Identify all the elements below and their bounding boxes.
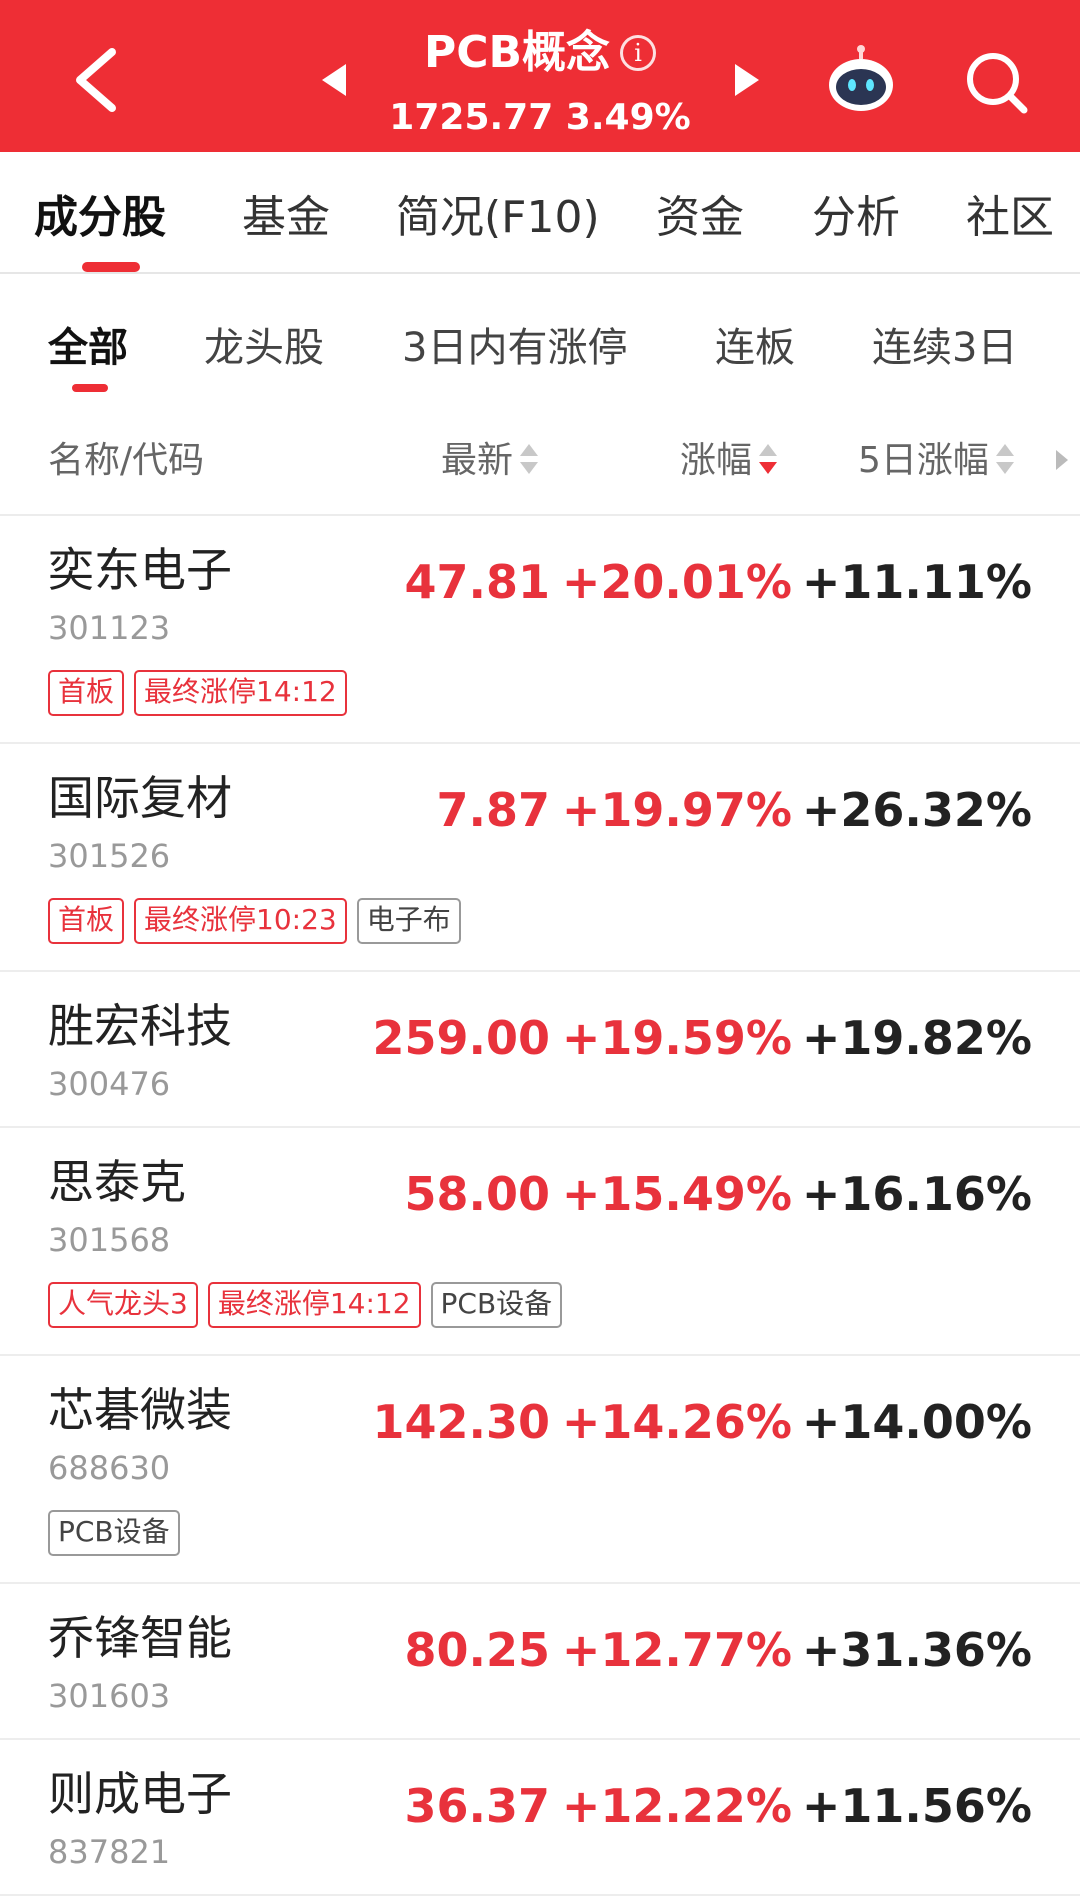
stock-change-5d: +11.56%	[801, 1779, 1032, 1833]
robot-assistant-icon[interactable]	[825, 45, 897, 117]
table-row[interactable]: 胜宏科技 300476 259.00 +19.59% +19.82%	[0, 972, 1080, 1128]
sort-icon	[519, 442, 539, 476]
tag-list: PCB设备	[48, 1510, 190, 1558]
tag: 人气龙头3	[48, 1282, 198, 1328]
chevron-right-icon[interactable]	[1056, 450, 1068, 470]
stock-name: 则成电子	[48, 1767, 232, 1821]
stock-change: +14.26%	[561, 1395, 792, 1449]
table-row[interactable]: 奕东电子 301123 47.81 +20.01% +11.11% 首板 最终涨停…	[0, 516, 1080, 744]
stock-code: 837821	[48, 1833, 171, 1871]
stock-code: 301123	[48, 609, 171, 647]
stock-change-5d: +14.00%	[801, 1395, 1032, 1449]
filter-consecutive-3-days[interactable]: 连续3日	[872, 320, 1017, 376]
index-quote: 1725.77 3.49%	[389, 97, 691, 138]
top-bar: PCB概念 i 1725.77 3.49%	[0, 0, 1080, 152]
column-change-5d-label: 5日涨幅	[858, 440, 989, 481]
table-row[interactable]: 思泰克 301568 58.00 +15.49% +16.16% 人气龙头3 最终…	[0, 1128, 1080, 1356]
tag: 最终涨停14:12	[134, 670, 347, 716]
column-change-label: 涨幅	[680, 440, 753, 481]
tab-constituents[interactable]: 成分股	[34, 188, 166, 248]
column-latest[interactable]: 最新	[441, 436, 539, 486]
page-title: PCB概念	[423, 27, 611, 78]
tab-profile-f10[interactable]: 简况(F10)	[396, 188, 600, 248]
stock-price: 58.00	[404, 1167, 550, 1221]
stock-price: 80.25	[404, 1623, 550, 1677]
stock-name: 奕东电子	[48, 543, 232, 597]
stock-code: 688630	[48, 1449, 171, 1487]
stock-name: 胜宏科技	[48, 999, 232, 1053]
stock-change: +20.01%	[561, 555, 792, 609]
stock-price: 7.87	[436, 783, 551, 837]
stock-code: 300476	[48, 1065, 171, 1103]
column-latest-label: 最新	[441, 440, 514, 481]
column-change[interactable]: 涨幅	[680, 436, 778, 486]
stock-change-5d: +31.36%	[801, 1623, 1032, 1677]
column-header: 名称/代码 最新 涨幅 5日涨幅	[0, 420, 1080, 516]
stock-change: +12.77%	[561, 1623, 792, 1677]
active-filter-indicator	[72, 384, 108, 392]
tab-community[interactable]: 社区	[966, 188, 1054, 248]
column-name-code: 名称/代码	[48, 440, 205, 481]
next-index-icon[interactable]	[735, 64, 759, 96]
stock-change-5d: +19.82%	[801, 1011, 1032, 1065]
tag: PCB设备	[48, 1510, 180, 1556]
search-icon[interactable]	[962, 48, 1032, 118]
tag: 最终涨停14:12	[207, 1282, 421, 1328]
stock-code: 301526	[48, 837, 171, 875]
info-icon[interactable]: i	[620, 35, 657, 71]
stock-change: +15.49%	[561, 1167, 792, 1221]
tag: 首板	[48, 898, 125, 944]
stock-price: 36.37	[404, 1779, 550, 1833]
tab-funds[interactable]: 基金	[242, 188, 330, 248]
stock-change-5d: +16.16%	[801, 1167, 1032, 1221]
tab-capital[interactable]: 资金	[656, 188, 744, 248]
tag: 最终涨停10:23	[134, 898, 347, 944]
stock-change-5d: +26.32%	[801, 783, 1032, 837]
tag-list: 首板 最终涨停14:12	[48, 670, 357, 718]
table-row[interactable]: 乔锋智能 301603 80.25 +12.77% +31.36%	[0, 1584, 1080, 1740]
stock-price: 259.00	[372, 1011, 550, 1065]
tag: 首板	[48, 670, 125, 716]
stock-list: 奕东电子 301123 47.81 +20.01% +11.11% 首板 最终涨停…	[0, 516, 1080, 1896]
tag: PCB设备	[430, 1282, 563, 1328]
chevron-left-icon[interactable]	[62, 40, 132, 120]
main-tab-bar: 成分股 基金 简况(F10) 资金 分析 社区	[0, 152, 1080, 274]
column-change-5d[interactable]: 5日涨幅	[858, 436, 1015, 486]
stock-change: +19.59%	[561, 1011, 792, 1065]
table-row[interactable]: 芯碁微装 688630 142.30 +14.26% +14.00% PCB设备	[0, 1356, 1080, 1584]
table-row[interactable]: 国际复材 301526 7.87 +19.97% +26.32% 首板 最终涨停1…	[0, 744, 1080, 972]
stock-price: 47.81	[404, 555, 550, 609]
stock-code: 301603	[48, 1677, 171, 1715]
sort-desc-icon	[758, 442, 778, 476]
tag: 电子布	[356, 898, 461, 944]
stock-change: +19.97%	[561, 783, 792, 837]
tag-list: 人气龙头3 最终涨停14:12 PCB设备	[48, 1282, 572, 1330]
filter-tab-bar: 全部 龙头股 3日内有涨停 连板 连续3日	[0, 274, 1080, 404]
index-title-wrap[interactable]: PCB概念 i	[380, 26, 700, 80]
filter-all[interactable]: 全部	[48, 320, 128, 376]
tab-analysis[interactable]: 分析	[812, 188, 900, 248]
stock-name: 乔锋智能	[48, 1611, 232, 1665]
sort-icon	[995, 442, 1015, 476]
table-row[interactable]: 则成电子 837821 36.37 +12.22% +11.56%	[0, 1740, 1080, 1896]
stock-change: +12.22%	[561, 1779, 792, 1833]
filter-limit-up-3-days[interactable]: 3日内有涨停	[402, 320, 627, 376]
active-tab-indicator	[82, 262, 140, 272]
stock-name: 国际复材	[48, 771, 232, 825]
stock-name: 芯碁微装	[48, 1383, 232, 1437]
tag-list: 首板 最终涨停10:23 电子布	[48, 898, 471, 946]
stock-price: 142.30	[372, 1395, 550, 1449]
stock-name: 思泰克	[48, 1155, 186, 1209]
stock-code: 301568	[48, 1221, 171, 1259]
filter-consecutive-board[interactable]: 连板	[715, 320, 795, 376]
prev-index-icon[interactable]	[322, 64, 346, 96]
filter-leaders[interactable]: 龙头股	[204, 320, 324, 376]
stock-change-5d: +11.11%	[801, 555, 1032, 609]
